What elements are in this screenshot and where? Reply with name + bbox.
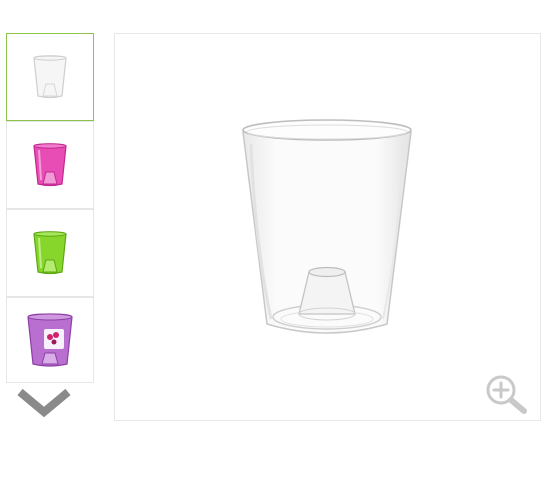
clear-flower-pot-icon [242, 119, 412, 334]
thumbnail-clear-pot[interactable] [6, 33, 94, 121]
green-pot-icon [33, 231, 67, 275]
chevron-down-icon[interactable] [14, 386, 74, 418]
pink-pot-icon [33, 143, 67, 187]
purple-pot-icon [27, 313, 73, 367]
thumbnail-pink-pot[interactable] [6, 121, 94, 209]
zoom-in-icon[interactable] [484, 373, 530, 417]
thumbnail-green-pot[interactable] [6, 209, 94, 297]
main-image-viewer[interactable] [114, 33, 541, 421]
thumbnail-purple-pot[interactable] [6, 297, 94, 383]
clear-pot-icon [33, 55, 67, 99]
